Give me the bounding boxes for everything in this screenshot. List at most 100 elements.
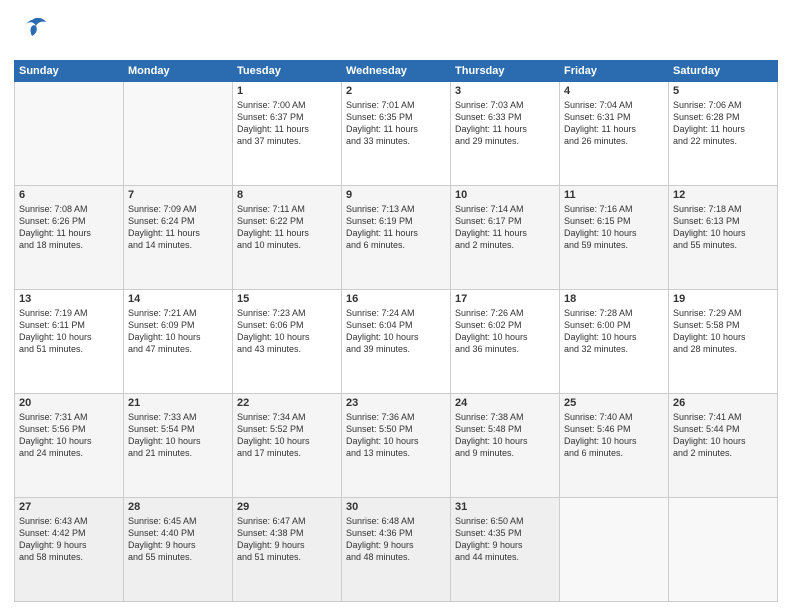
logo-bird-icon: [14, 12, 50, 54]
calendar-day-header: Saturday: [669, 61, 778, 82]
logo: [14, 12, 54, 54]
calendar-cell: 16Sunrise: 7:24 AM Sunset: 6:04 PM Dayli…: [342, 290, 451, 394]
day-number: 1: [237, 85, 337, 97]
cell-sun-data: Sunrise: 7:08 AM Sunset: 6:26 PM Dayligh…: [19, 203, 119, 252]
day-number: 10: [455, 189, 555, 201]
day-number: 8: [237, 189, 337, 201]
calendar-cell: 22 Sunrise: 7:34 AM Sunset: 5:52 PM Dayli…: [233, 394, 342, 498]
day-number: 4: [564, 85, 664, 97]
calendar-cell: 30Sunrise: 6:48 AM Sunset: 4:36 PM Dayli…: [342, 498, 451, 602]
day-number: 26: [673, 397, 773, 409]
calendar-header-row: SundayMondayTuesdayWednesdayThursdayFrid…: [15, 61, 778, 82]
cell-sun-data: Sunrise: 7:01 AM Sunset: 6:35 PM Dayligh…: [346, 99, 446, 148]
cell-sun-data: Sunrise: 7:16 AM Sunset: 6:15 PM Dayligh…: [564, 203, 664, 252]
calendar-cell: 6 Sunrise: 7:08 AM Sunset: 6:26 PM Daylig…: [15, 186, 124, 290]
calendar-cell: 28 Sunrise: 6:45 AM Sunset: 4:40 PM Dayli…: [124, 498, 233, 602]
calendar-cell: 2 Sunrise: 7:01 AM Sunset: 6:35 PM Daylig…: [342, 82, 451, 186]
calendar-cell: 4 Sunrise: 7:04 AM Sunset: 6:31 PM Daylig…: [560, 82, 669, 186]
calendar-cell: 25 Sunrise: 7:40 AM Sunset: 5:46 PM Dayli…: [560, 394, 669, 498]
cell-sun-data: Sunrise: 7:31 AM Sunset: 5:56 PM Dayligh…: [19, 411, 119, 460]
calendar-day-header: Wednesday: [342, 61, 451, 82]
calendar-cell: 15 Sunrise: 7:23 AM Sunset: 6:06 PM Dayli…: [233, 290, 342, 394]
cell-sun-data: Sunrise: 7:23 AM Sunset: 6:06 PM Dayligh…: [237, 307, 337, 356]
day-number: 24: [455, 397, 555, 409]
day-number: 14: [128, 293, 228, 305]
calendar-cell: 14 Sunrise: 7:21 AM Sunset: 6:09 PM Dayli…: [124, 290, 233, 394]
calendar-cell: 26 Sunrise: 7:41 AM Sunset: 5:44 PM Dayli…: [669, 394, 778, 498]
calendar-day-header: Thursday: [451, 61, 560, 82]
calendar-cell: [124, 82, 233, 186]
cell-sun-data: Sunrise: 7:40 AM Sunset: 5:46 PM Dayligh…: [564, 411, 664, 460]
cell-sun-data: Sunrise: 7:03 AM Sunset: 6:33 PM Dayligh…: [455, 99, 555, 148]
calendar-cell: 1 Sunrise: 7:00 AM Sunset: 6:37 PM Daylig…: [233, 82, 342, 186]
calendar-cell: 13Sunrise: 7:19 AM Sunset: 6:11 PM Dayli…: [15, 290, 124, 394]
calendar-week-row: 13Sunrise: 7:19 AM Sunset: 6:11 PM Dayli…: [15, 290, 778, 394]
calendar-week-row: 20Sunrise: 7:31 AM Sunset: 5:56 PM Dayli…: [15, 394, 778, 498]
calendar-cell: [560, 498, 669, 602]
calendar-cell: 12Sunrise: 7:18 AM Sunset: 6:13 PM Dayli…: [669, 186, 778, 290]
calendar-cell: 9 Sunrise: 7:13 AM Sunset: 6:19 PM Daylig…: [342, 186, 451, 290]
day-number: 28: [128, 501, 228, 513]
cell-sun-data: Sunrise: 7:28 AM Sunset: 6:00 PM Dayligh…: [564, 307, 664, 356]
day-number: 6: [19, 189, 119, 201]
day-number: 9: [346, 189, 446, 201]
cell-sun-data: Sunrise: 6:48 AM Sunset: 4:36 PM Dayligh…: [346, 515, 446, 564]
calendar-week-row: 27Sunrise: 6:43 AM Sunset: 4:42 PM Dayli…: [15, 498, 778, 602]
day-number: 7: [128, 189, 228, 201]
calendar-week-row: 1 Sunrise: 7:00 AM Sunset: 6:37 PM Daylig…: [15, 82, 778, 186]
cell-sun-data: Sunrise: 7:09 AM Sunset: 6:24 PM Dayligh…: [128, 203, 228, 252]
header: [14, 12, 778, 54]
calendar-day-header: Friday: [560, 61, 669, 82]
calendar-cell: 23Sunrise: 7:36 AM Sunset: 5:50 PM Dayli…: [342, 394, 451, 498]
calendar-cell: [15, 82, 124, 186]
cell-sun-data: Sunrise: 7:04 AM Sunset: 6:31 PM Dayligh…: [564, 99, 664, 148]
day-number: 17: [455, 293, 555, 305]
calendar-cell: 18 Sunrise: 7:28 AM Sunset: 6:00 PM Dayli…: [560, 290, 669, 394]
calendar-day-header: Monday: [124, 61, 233, 82]
cell-sun-data: Sunrise: 7:13 AM Sunset: 6:19 PM Dayligh…: [346, 203, 446, 252]
calendar-cell: 27Sunrise: 6:43 AM Sunset: 4:42 PM Dayli…: [15, 498, 124, 602]
cell-sun-data: Sunrise: 7:18 AM Sunset: 6:13 PM Dayligh…: [673, 203, 773, 252]
calendar-cell: 7 Sunrise: 7:09 AM Sunset: 6:24 PM Daylig…: [124, 186, 233, 290]
cell-sun-data: Sunrise: 7:11 AM Sunset: 6:22 PM Dayligh…: [237, 203, 337, 252]
calendar-cell: 10Sunrise: 7:14 AM Sunset: 6:17 PM Dayli…: [451, 186, 560, 290]
day-number: 25: [564, 397, 664, 409]
day-number: 18: [564, 293, 664, 305]
calendar-day-header: Sunday: [15, 61, 124, 82]
day-number: 3: [455, 85, 555, 97]
day-number: 29: [237, 501, 337, 513]
cell-sun-data: Sunrise: 6:47 AM Sunset: 4:38 PM Dayligh…: [237, 515, 337, 564]
day-number: 27: [19, 501, 119, 513]
calendar-cell: 20Sunrise: 7:31 AM Sunset: 5:56 PM Dayli…: [15, 394, 124, 498]
cell-sun-data: Sunrise: 7:36 AM Sunset: 5:50 PM Dayligh…: [346, 411, 446, 460]
cell-sun-data: Sunrise: 6:50 AM Sunset: 4:35 PM Dayligh…: [455, 515, 555, 564]
calendar-cell: 24 Sunrise: 7:38 AM Sunset: 5:48 PM Dayli…: [451, 394, 560, 498]
calendar-cell: 21 Sunrise: 7:33 AM Sunset: 5:54 PM Dayli…: [124, 394, 233, 498]
day-number: 16: [346, 293, 446, 305]
calendar-cell: 11Sunrise: 7:16 AM Sunset: 6:15 PM Dayli…: [560, 186, 669, 290]
cell-sun-data: Sunrise: 7:06 AM Sunset: 6:28 PM Dayligh…: [673, 99, 773, 148]
calendar-cell: 8 Sunrise: 7:11 AM Sunset: 6:22 PM Daylig…: [233, 186, 342, 290]
calendar-cell: 17 Sunrise: 7:26 AM Sunset: 6:02 PM Dayli…: [451, 290, 560, 394]
calendar-cell: [669, 498, 778, 602]
calendar-cell: 3 Sunrise: 7:03 AM Sunset: 6:33 PM Daylig…: [451, 82, 560, 186]
calendar-table: SundayMondayTuesdayWednesdayThursdayFrid…: [14, 60, 778, 602]
day-number: 31: [455, 501, 555, 513]
day-number: 13: [19, 293, 119, 305]
cell-sun-data: Sunrise: 6:45 AM Sunset: 4:40 PM Dayligh…: [128, 515, 228, 564]
day-number: 15: [237, 293, 337, 305]
cell-sun-data: Sunrise: 7:26 AM Sunset: 6:02 PM Dayligh…: [455, 307, 555, 356]
day-number: 22: [237, 397, 337, 409]
cell-sun-data: Sunrise: 7:41 AM Sunset: 5:44 PM Dayligh…: [673, 411, 773, 460]
cell-sun-data: Sunrise: 7:34 AM Sunset: 5:52 PM Dayligh…: [237, 411, 337, 460]
day-number: 21: [128, 397, 228, 409]
cell-sun-data: Sunrise: 7:00 AM Sunset: 6:37 PM Dayligh…: [237, 99, 337, 148]
day-number: 19: [673, 293, 773, 305]
cell-sun-data: Sunrise: 7:29 AM Sunset: 5:58 PM Dayligh…: [673, 307, 773, 356]
cell-sun-data: Sunrise: 7:38 AM Sunset: 5:48 PM Dayligh…: [455, 411, 555, 460]
day-number: 2: [346, 85, 446, 97]
calendar-cell: 31 Sunrise: 6:50 AM Sunset: 4:35 PM Dayli…: [451, 498, 560, 602]
cell-sun-data: Sunrise: 7:21 AM Sunset: 6:09 PM Dayligh…: [128, 307, 228, 356]
cell-sun-data: Sunrise: 7:33 AM Sunset: 5:54 PM Dayligh…: [128, 411, 228, 460]
calendar-day-header: Tuesday: [233, 61, 342, 82]
